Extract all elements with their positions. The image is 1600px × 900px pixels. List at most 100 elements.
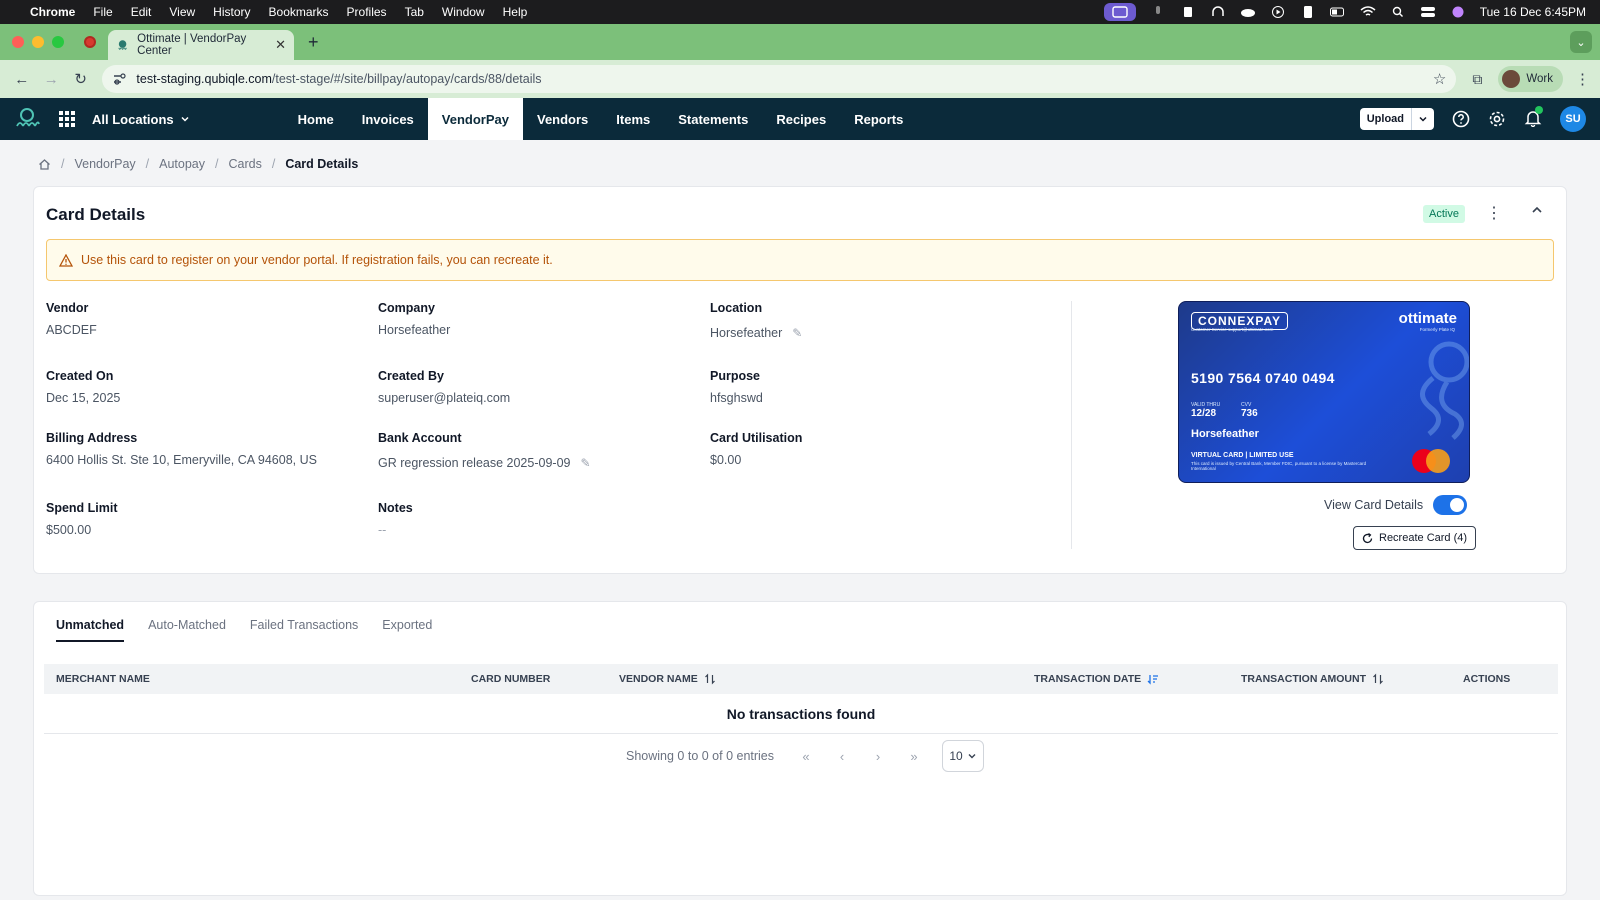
profile-label: Work xyxy=(1526,73,1553,85)
field-card-utilisation: Card Utilisation $0.00 xyxy=(710,431,802,467)
tab-auto-matched[interactable]: Auto-Matched xyxy=(148,618,226,642)
brand-subtext: Formerly Plate IQ xyxy=(1419,327,1455,332)
breadcrumb: / VendorPay / Autopay / Cards / Card Det… xyxy=(38,157,358,171)
site-info-icon[interactable] xyxy=(112,72,127,86)
tab-unmatched[interactable]: Unmatched xyxy=(56,618,125,642)
more-actions-kebab-icon[interactable]: ⋮ xyxy=(1486,203,1502,223)
browser-tab-active[interactable]: Ottimate | VendorPay Center ✕ xyxy=(108,30,294,60)
spotlight-search-icon[interactable] xyxy=(1390,6,1406,18)
field-label: Purpose xyxy=(710,369,761,383)
profile-button[interactable]: Work xyxy=(1498,66,1563,92)
sort-icon[interactable] xyxy=(1372,673,1384,685)
clipboard-icon[interactable] xyxy=(1300,6,1316,18)
notifications-button[interactable] xyxy=(1524,105,1543,130)
menu-profiles[interactable]: Profiles xyxy=(347,5,387,19)
collapse-chevron-up-icon[interactable] xyxy=(1530,203,1544,217)
first-page-icon[interactable]: « xyxy=(788,749,824,764)
edit-location-pencil-icon[interactable]: ✎ xyxy=(792,326,802,340)
nav-reports[interactable]: Reports xyxy=(840,98,917,140)
view-card-details-toggle[interactable] xyxy=(1433,495,1468,515)
menubar-status-area: Tue 16 Dec 6:45PM xyxy=(1103,3,1586,21)
forward-arrow-icon[interactable]: → xyxy=(39,71,62,88)
transactions-panel: Unmatched Auto-Matched Failed Transactio… xyxy=(33,601,1567,896)
breadcrumb-cards[interactable]: Cards xyxy=(229,157,262,171)
registration-alert: Use this card to register on your vendor… xyxy=(46,239,1554,281)
chrome-menu-kebab-icon[interactable]: ⋮ xyxy=(1575,70,1590,88)
upload-dropdown-chevron-icon[interactable] xyxy=(1412,108,1434,130)
control-center-icon[interactable] xyxy=(1420,6,1436,18)
bookmark-star-icon[interactable]: ☆ xyxy=(1433,70,1446,88)
nav-vendorpay[interactable]: VendorPay xyxy=(427,98,523,140)
battery-icon[interactable] xyxy=(1329,6,1346,18)
sort-descending-icon[interactable] xyxy=(1147,673,1159,685)
tab-search-chevron-icon[interactable]: ⌄ xyxy=(1570,31,1592,53)
card-details-panel: Card Details Active ⋮ Use this card to r… xyxy=(33,186,1567,574)
close-tab-icon[interactable]: ✕ xyxy=(275,37,286,53)
location-selector[interactable]: All Locations xyxy=(92,112,190,127)
alert-text: Use this card to register on your vendor… xyxy=(81,253,553,267)
recreate-card-button[interactable]: Recreate Card (4) xyxy=(1353,526,1477,550)
menu-file[interactable]: File xyxy=(93,5,112,19)
cloud-icon[interactable] xyxy=(1240,6,1256,18)
help-icon[interactable] xyxy=(1452,110,1470,128)
col-vendor-name[interactable]: VENDOR NAME xyxy=(619,673,716,685)
page-size-select[interactable]: 10 xyxy=(942,740,985,772)
nav-home[interactable]: Home xyxy=(284,98,348,140)
menubar-clock[interactable]: Tue 16 Dec 6:45PM xyxy=(1480,5,1586,19)
reload-icon[interactable]: ↻ xyxy=(69,70,92,88)
zoom-window-button[interactable] xyxy=(52,36,64,48)
microphone-icon[interactable] xyxy=(1150,6,1166,18)
column-header: MERCHANT NAME xyxy=(56,673,150,685)
menu-help[interactable]: Help xyxy=(503,5,528,19)
menu-bookmarks[interactable]: Bookmarks xyxy=(269,5,329,19)
field-value: ABCDEF xyxy=(46,323,97,337)
virtual-card-image: CONNEXPAY Customer Service support@ottim… xyxy=(1178,301,1470,483)
extensions-puzzle-icon[interactable]: ⧉ xyxy=(1472,71,1482,88)
upload-button[interactable]: Upload xyxy=(1360,108,1412,130)
col-transaction-date[interactable]: TRANSACTION DATE xyxy=(1034,673,1159,685)
play-icon[interactable] xyxy=(1270,6,1286,18)
user-avatar[interactable]: SU xyxy=(1560,106,1586,132)
siri-icon[interactable] xyxy=(1450,6,1466,18)
close-window-button[interactable] xyxy=(12,36,24,48)
nav-vendors[interactable]: Vendors xyxy=(523,98,602,140)
battery-app-icon[interactable] xyxy=(1180,6,1196,18)
status-badge: Active xyxy=(1423,205,1465,223)
field-notes: Notes -- xyxy=(378,501,413,537)
menu-tab[interactable]: Tab xyxy=(405,5,424,19)
previous-page-icon[interactable]: ‹ xyxy=(824,749,860,764)
nav-statements[interactable]: Statements xyxy=(664,98,762,140)
next-page-icon[interactable]: › xyxy=(860,749,896,764)
octopus-watermark-icon xyxy=(1420,341,1469,440)
address-bar[interactable]: test-staging.qubiqle.com/test-stage/#/si… xyxy=(102,65,1457,93)
last-page-icon[interactable]: » xyxy=(896,749,932,764)
menu-view[interactable]: View xyxy=(169,5,195,19)
screen-record-icon[interactable] xyxy=(1103,3,1136,21)
menu-app-name[interactable]: Chrome xyxy=(30,5,75,19)
nav-recipes[interactable]: Recipes xyxy=(762,98,840,140)
breadcrumb-vendorpay[interactable]: VendorPay xyxy=(74,157,135,171)
ottimate-logo-icon[interactable] xyxy=(12,104,42,134)
home-icon[interactable] xyxy=(38,158,51,171)
tab-failed-transactions[interactable]: Failed Transactions xyxy=(250,618,358,642)
menu-edit[interactable]: Edit xyxy=(131,5,152,19)
settings-gear-icon[interactable] xyxy=(1488,110,1506,128)
empty-state-message: No transactions found xyxy=(44,694,1558,734)
tab-exported[interactable]: Exported xyxy=(382,618,432,642)
menu-history[interactable]: History xyxy=(213,5,250,19)
nav-invoices[interactable]: Invoices xyxy=(348,98,428,140)
app-grid-icon[interactable] xyxy=(58,110,76,128)
col-transaction-amount[interactable]: TRANSACTION AMOUNT xyxy=(1241,673,1384,685)
minimize-window-button[interactable] xyxy=(32,36,44,48)
nav-items[interactable]: Items xyxy=(602,98,664,140)
menu-window[interactable]: Window xyxy=(442,5,485,19)
back-arrow-icon[interactable]: ← xyxy=(10,71,33,88)
wifi-icon[interactable] xyxy=(1360,6,1376,18)
new-tab-button[interactable]: + xyxy=(308,32,319,53)
tab-title: Ottimate | VendorPay Center xyxy=(137,33,247,57)
edit-bank-account-pencil-icon[interactable]: ✎ xyxy=(580,456,590,470)
field-value: Dec 15, 2025 xyxy=(46,391,121,405)
sort-icon[interactable] xyxy=(704,673,716,685)
breadcrumb-autopay[interactable]: Autopay xyxy=(159,157,205,171)
headphones-icon[interactable] xyxy=(1210,6,1226,18)
